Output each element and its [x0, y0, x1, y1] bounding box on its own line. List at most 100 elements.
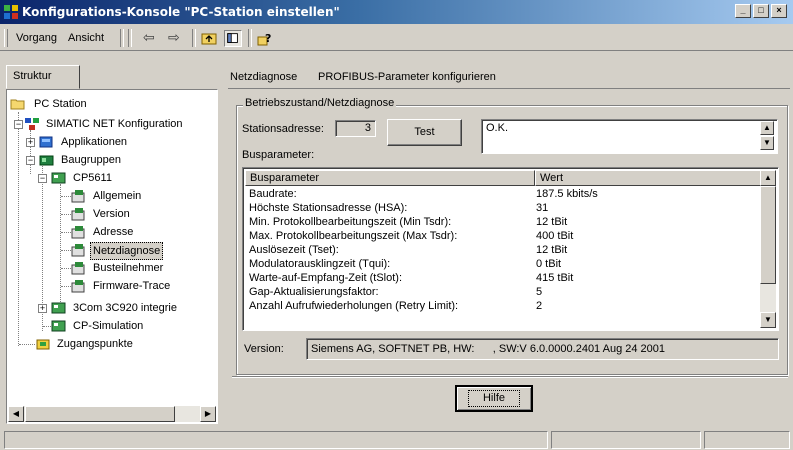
toolbar-grip [4, 29, 8, 47]
value-cell: 12 tBit [536, 216, 568, 228]
value-cell: 12 tBit [536, 244, 568, 256]
menu-ansicht[interactable]: Ansicht [68, 32, 104, 44]
tree-node-label: PC Station [34, 98, 87, 110]
bus-parameters-label: Busparameter: [242, 149, 315, 161]
table-row[interactable]: Max. Protokollbearbeitungszeit (Max Tsdr… [245, 229, 762, 243]
table-row[interactable]: Anzahl Aufrufwiederholungen (Retry Limit… [245, 299, 762, 313]
tree-line [61, 232, 71, 233]
bus-parameters-list[interactable]: Busparameter Wert Baudrate: 187.5 kbits/s… [242, 167, 779, 331]
value-cell: 187.5 kbits/s [536, 188, 598, 200]
window-title: Konfigurations-Konsole "PC-Station einst… [22, 5, 340, 19]
help-button-label: Hilfe [467, 390, 520, 407]
tree-node-label: CP5611 [73, 172, 112, 184]
table-row[interactable]: Höchste Stationsadresse (HSA): 31 [245, 201, 762, 215]
status-pane-main [4, 431, 548, 449]
station-address-field: 3 [335, 120, 376, 137]
back-arrow-icon[interactable]: ⇦ [143, 29, 155, 46]
scroll-right-button[interactable]: ▶ [200, 406, 216, 422]
maximize-button[interactable]: □ [753, 4, 769, 18]
station-address-label: Stationsadresse: [242, 123, 324, 135]
scroll-up-button[interactable]: ▲ [760, 121, 774, 135]
scroll-up-button[interactable]: ▲ [760, 170, 776, 186]
toolbar-separator [192, 29, 196, 47]
property-icon [71, 208, 85, 221]
property-icon [71, 244, 85, 257]
tree-node-label: Zugangspunkte [57, 338, 133, 350]
scroll-down-button[interactable]: ▼ [760, 312, 776, 328]
property-icon [71, 226, 85, 239]
value-cell: 400 tBit [536, 230, 574, 242]
tree-node-label: Netzdiagnose [90, 242, 164, 260]
vertical-scrollbar[interactable]: ▲ ▼ [760, 170, 776, 328]
menu-vorgang[interactable]: Vorgang [16, 32, 57, 44]
expand-toggle[interactable]: + [38, 304, 47, 313]
param-cell: Höchste Stationsadresse (HSA): [249, 202, 408, 214]
network-icon [25, 118, 39, 130]
folder-icon [10, 99, 25, 110]
version-label: Version: [244, 343, 284, 355]
value-cell: 5 [536, 286, 543, 298]
tree-node-label: CP-Simulation [73, 320, 144, 332]
scroll-down-button[interactable]: ▼ [760, 136, 774, 150]
value-cell: 0 tBit [536, 258, 562, 270]
help-icon[interactable]: ? [256, 30, 274, 47]
toolbar-separator [128, 29, 132, 47]
structure-tree: PC Station − SIMATIC NET Konfiguration +… [6, 89, 218, 424]
close-button[interactable]: × [771, 4, 787, 18]
table-row[interactable]: Baudrate: 187.5 kbits/s [245, 187, 762, 201]
table-row[interactable]: Gap-Aktualisierungsfaktor: 5 [245, 285, 762, 299]
forward-arrow-icon[interactable]: ⇨ [168, 29, 180, 46]
collapse-toggle[interactable]: − [26, 156, 35, 165]
scroll-thumb[interactable] [25, 406, 175, 422]
tree-node-label: Baugruppen [61, 154, 121, 166]
table-row[interactable]: Min. Protokollbearbeitungszeit (Min Tsdr… [245, 215, 762, 229]
pane-splitter[interactable] [222, 66, 225, 426]
collapse-toggle[interactable]: − [38, 174, 47, 183]
expand-toggle[interactable]: + [26, 138, 35, 147]
param-cell: Gap-Aktualisierungsfaktor: [249, 286, 379, 298]
value-cell: 31 [536, 202, 549, 214]
content-header-title: Netzdiagnose [230, 71, 298, 83]
title-bar[interactable]: Konfigurations-Konsole "PC-Station einst… [0, 0, 793, 24]
tree-node-label: Firmware-Trace [93, 280, 171, 292]
table-row[interactable]: Warte-auf-Empfang-Zeit (tSlot): 415 tBit [245, 271, 762, 285]
tree-node-label: Adresse [93, 226, 134, 238]
tree-node-label: Busteilnehmer [93, 262, 164, 274]
minimize-button[interactable]: _ [735, 4, 751, 18]
value-cell: 2 [536, 300, 543, 312]
main-window: Konfigurations-Konsole "PC-Station einst… [0, 0, 793, 450]
property-icon [71, 280, 85, 293]
status-bar [0, 428, 793, 450]
param-cell: Modulatorausklingzeit (Tqui): [249, 258, 391, 270]
up-folder-icon[interactable] [200, 30, 218, 47]
collapse-toggle[interactable]: − [14, 120, 23, 129]
test-result-text: O.K. [486, 122, 509, 134]
table-row[interactable]: Modulatorausklingzeit (Tqui): 0 tBit [245, 257, 762, 271]
test-button[interactable]: Test [387, 119, 462, 146]
content-panel: Betriebszustand/Netzdiagnose Stationsadr… [228, 89, 790, 424]
access-point-icon [36, 339, 50, 350]
toggle-tree-icon[interactable] [224, 30, 242, 47]
menu-toolbar: Vorgang Ansicht ⇦ ⇨ ? [0, 26, 793, 51]
table-row[interactable]: Auslösezeit (Tset): 12 tBit [245, 243, 762, 257]
param-cell: Warte-auf-Empfang-Zeit (tSlot): [249, 272, 403, 284]
status-pane [704, 431, 790, 449]
column-header-param[interactable]: Busparameter [245, 170, 535, 186]
horizontal-scrollbar[interactable]: ◀ ▶ [8, 406, 216, 422]
column-header-value[interactable]: Wert [535, 170, 762, 186]
divider [232, 376, 788, 378]
tree-line [61, 196, 71, 197]
tree-node-label: SIMATIC NET Konfiguration [46, 118, 183, 130]
tree-node-label: Applikationen [61, 136, 128, 148]
scroll-thumb[interactable] [760, 186, 776, 284]
scroll-left-button[interactable]: ◀ [8, 406, 24, 422]
tree-line [43, 326, 51, 327]
param-cell: Auslösezeit (Tset): [249, 244, 339, 256]
value-cell: 415 tBit [536, 272, 574, 284]
tab-struktur[interactable]: Struktur [6, 65, 80, 89]
tree-node-label: Version [93, 208, 130, 220]
help-button[interactable]: Hilfe [455, 385, 533, 412]
tree-node-label: Allgemein [93, 190, 142, 202]
toolbar-separator [120, 29, 124, 47]
tree-line [60, 184, 61, 308]
